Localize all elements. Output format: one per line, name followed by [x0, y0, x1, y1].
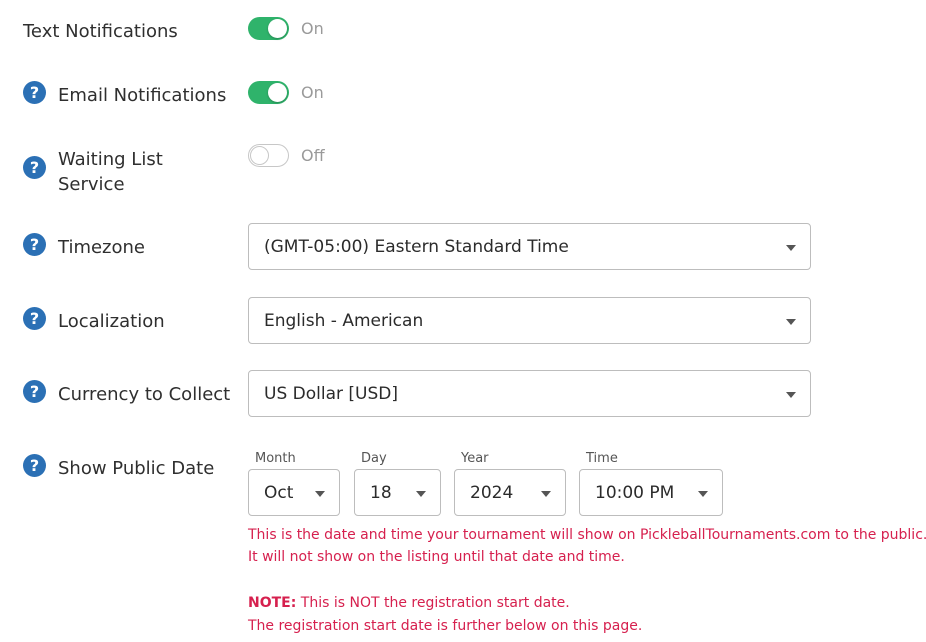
day-label: Day	[361, 451, 387, 466]
day-select[interactable]: 18	[354, 469, 441, 516]
help-icon[interactable]: ?	[23, 81, 46, 104]
public-date-note-line1: This is the date and time your tournamen…	[248, 527, 926, 543]
waiting-list-label-line2: Service	[58, 174, 125, 195]
currency-label: Currency to Collect	[58, 384, 231, 405]
month-value: Oct	[264, 483, 294, 503]
chevron-down-icon	[786, 392, 796, 398]
timezone-value: (GMT-05:00) Eastern Standard Time	[264, 237, 569, 257]
email-notifications-toggle[interactable]	[248, 81, 289, 104]
year-value: 2024	[470, 483, 514, 503]
registration-note: NOTE: This is NOT the registration start…	[248, 592, 570, 614]
waiting-list-state: Off	[301, 146, 325, 165]
localization-value: English - American	[264, 311, 424, 331]
note-text: This is NOT the registration start date.	[296, 595, 570, 611]
waiting-list-label-line1: Waiting List	[58, 149, 163, 170]
localization-label: Localization	[58, 311, 165, 332]
help-icon[interactable]: ?	[23, 380, 46, 403]
month-label: Month	[255, 451, 296, 466]
toggle-knob	[268, 83, 287, 102]
timezone-select[interactable]: (GMT-05:00) Eastern Standard Time	[248, 223, 811, 270]
chevron-down-icon	[786, 319, 796, 325]
help-icon[interactable]: ?	[23, 454, 46, 477]
text-notifications-toggle[interactable]	[248, 17, 289, 40]
toggle-knob	[268, 19, 287, 38]
currency-value: US Dollar [USD]	[264, 384, 398, 404]
help-icon[interactable]: ?	[23, 307, 46, 330]
public-date-label: Show Public Date	[58, 458, 215, 479]
localization-select[interactable]: English - American	[248, 297, 811, 344]
year-label: Year	[461, 451, 489, 466]
time-value: 10:00 PM	[595, 483, 675, 503]
time-select[interactable]: 10:00 PM	[579, 469, 723, 516]
day-value: 18	[370, 483, 392, 503]
registration-note-line2: The registration start date is further b…	[248, 618, 643, 634]
chevron-down-icon	[698, 491, 708, 497]
email-notifications-state: On	[301, 83, 324, 102]
chevron-down-icon	[786, 245, 796, 251]
chevron-down-icon	[315, 491, 325, 497]
help-icon[interactable]: ?	[23, 233, 46, 256]
text-notifications-label: Text Notifications	[23, 21, 178, 42]
year-select[interactable]: 2024	[454, 469, 566, 516]
waiting-list-toggle[interactable]	[248, 144, 289, 167]
time-label: Time	[586, 451, 618, 466]
text-notifications-state: On	[301, 19, 324, 38]
note-prefix: NOTE:	[248, 595, 297, 611]
currency-select[interactable]: US Dollar [USD]	[248, 370, 811, 417]
email-notifications-label: Email Notifications	[58, 85, 227, 106]
chevron-down-icon	[416, 491, 426, 497]
public-date-note-line2: It will not show on the listing until th…	[248, 549, 625, 565]
help-icon[interactable]: ?	[23, 156, 46, 179]
month-select[interactable]: Oct	[248, 469, 340, 516]
toggle-knob	[250, 145, 269, 165]
chevron-down-icon	[541, 491, 551, 497]
timezone-label: Timezone	[58, 237, 145, 258]
